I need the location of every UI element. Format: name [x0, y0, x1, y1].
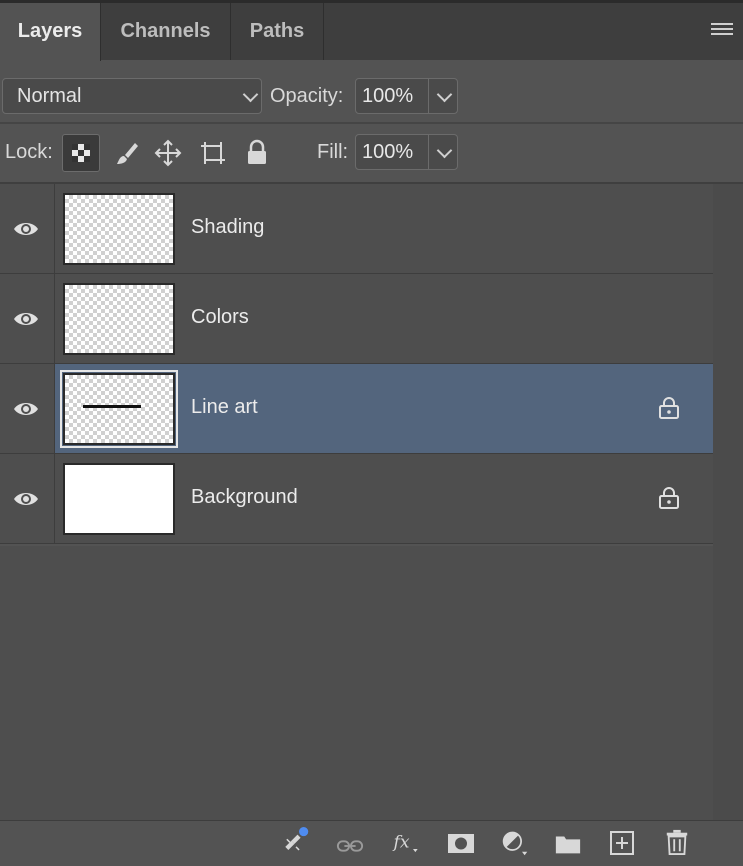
tab-paths[interactable]: Paths [231, 3, 324, 60]
layer-list-empty-area [0, 546, 713, 820]
svg-text:fx: fx [392, 832, 410, 852]
layer-thumbnail [63, 193, 175, 265]
fill-label: Fill: [317, 141, 349, 163]
new-layer-icon[interactable] [608, 830, 636, 856]
layer-row-line-art[interactable]: Line art [0, 364, 713, 454]
chevron-down-icon[interactable] [436, 142, 453, 159]
visibility-column [0, 184, 55, 273]
contextual-task-bar-icon[interactable] [282, 827, 310, 853]
lock-artboard-icon[interactable] [194, 134, 232, 172]
blend-mode-value: Normal [17, 85, 82, 107]
layer-thumbnail [60, 370, 178, 448]
fill-field[interactable]: 100% [355, 134, 458, 170]
visibility-column [0, 274, 55, 363]
layer-row-background[interactable]: Background [0, 454, 713, 544]
fill-value: 100% [362, 141, 414, 163]
lock-image-pixels-icon[interactable] [108, 134, 146, 172]
new-group-folder-icon[interactable] [554, 831, 582, 857]
lock-icon [659, 487, 679, 509]
chevron-down-icon [242, 86, 259, 103]
layer-name[interactable]: Background [191, 486, 298, 509]
hamburger-menu-icon[interactable] [711, 23, 733, 39]
lock-all-icon[interactable] [238, 134, 276, 172]
lock-fill-row: Lock: Fill: 100% [0, 124, 743, 184]
link-layers-icon[interactable] [336, 833, 364, 859]
layer-row-shading[interactable]: Shading [0, 184, 713, 274]
layer-name[interactable]: Colors [191, 306, 249, 329]
eye-visibility-icon[interactable] [12, 219, 40, 239]
tab-channels[interactable]: Channels [101, 3, 231, 60]
opacity-field[interactable]: 100% [355, 78, 458, 114]
tab-layers[interactable]: Layers [0, 3, 101, 61]
chevron-down-icon[interactable] [436, 86, 453, 103]
layer-row-colors[interactable]: Colors [0, 274, 713, 364]
layer-name[interactable]: Shading [191, 216, 264, 239]
eye-visibility-icon[interactable] [12, 489, 40, 509]
lock-label: Lock: [5, 141, 53, 163]
layer-mask-icon[interactable] [447, 831, 475, 857]
adjustment-layer-icon[interactable] [501, 830, 529, 856]
eye-visibility-icon[interactable] [12, 399, 40, 419]
layer-thumbnail [63, 283, 175, 355]
blend-mode-dropdown[interactable]: Normal [2, 78, 262, 114]
lock-icon [659, 397, 679, 419]
scrollbar-track[interactable] [713, 184, 743, 820]
visibility-column [0, 364, 55, 453]
delete-layer-icon[interactable] [663, 829, 691, 855]
bottom-toolbar: fx [0, 820, 743, 866]
layer-name[interactable]: Line art [191, 396, 258, 419]
panel-tab-bar: Layers Channels Paths [0, 0, 743, 61]
opacity-value: 100% [362, 85, 414, 107]
lock-position-icon[interactable] [149, 134, 187, 172]
opacity-label: Opacity: [270, 85, 344, 107]
lock-transparent-pixels-icon[interactable] [62, 134, 100, 172]
blend-opacity-row: Normal Opacity: 100% [0, 60, 743, 124]
layer-thumbnail [63, 463, 175, 535]
visibility-column [0, 454, 55, 543]
eye-visibility-icon[interactable] [12, 309, 40, 329]
layer-list: Shading Colors Line art Background [0, 184, 713, 544]
layer-style-fx-icon[interactable]: fx [392, 829, 420, 855]
